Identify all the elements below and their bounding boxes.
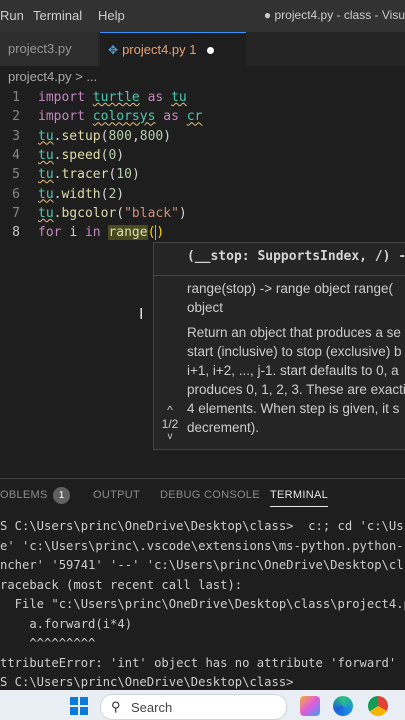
unsaved-dot-icon[interactable] [206, 47, 214, 55]
code-line[interactable]: import turtle as tu [38, 90, 187, 105]
code-token: import [38, 109, 93, 125]
code-token: ( [147, 225, 156, 241]
terminal-line: File "c:\Users\princ\OneDrive\Desktop\cl… [0, 597, 405, 611]
taskbar: ⚲ Search [0, 690, 405, 720]
menu-terminal[interactable]: Terminal [33, 8, 82, 23]
code-token: ( [116, 205, 125, 221]
code-token: tu [38, 128, 54, 144]
terminal-line: ncher' '59741' '--' 'c:\Users\princ\OneD… [0, 558, 404, 572]
search-label: Search [131, 700, 173, 715]
popup-doc: range(stop) -> range object range( object… [187, 279, 405, 443]
menu-bar: Run Terminal Help ● project4.py - class … [0, 0, 405, 32]
editor-tab-bar: project3.py ✥ project4.py 1 [0, 32, 405, 67]
tab-label: project4.py 1 [122, 42, 197, 57]
code-line[interactable]: for i in range() [38, 225, 165, 241]
tab-project4[interactable]: ✥ project4.py 1 [100, 32, 246, 67]
doc-text: Return an object that produces a se star… [187, 325, 405, 435]
line-number: 6 [12, 186, 20, 202]
code-token: , [131, 128, 140, 144]
problems-count-badge: 1 [53, 487, 70, 504]
code-token: cr [186, 109, 203, 125]
signature-summary: range(stop) -> range object range( [187, 281, 393, 296]
terminal-line: e' 'c:\Users\princ\.vscode\extensions\ms… [0, 538, 404, 553]
line-number: 5 [12, 167, 20, 183]
text-cursor-icon: I [139, 306, 144, 323]
code-token: width [61, 186, 101, 202]
code-token: 10 [116, 167, 132, 183]
signature-summary-cont: object [187, 300, 224, 315]
code-token: range [108, 225, 148, 241]
overload-nav: ^ 1/2 v [156, 403, 184, 442]
code-token: bgcolor [61, 205, 117, 221]
tab-label: project3.py [8, 41, 72, 56]
code-line[interactable]: tu.speed(0) [38, 148, 124, 163]
menu-help[interactable]: Help [98, 8, 125, 23]
code-token: 800 [108, 128, 132, 144]
code-token: setup [61, 128, 101, 144]
windows-logo-icon[interactable] [70, 697, 88, 715]
line-number: 3 [12, 128, 20, 144]
tab-output[interactable]: OUTPUT [93, 489, 140, 501]
tab-debug-console[interactable]: DEBUG CONSOLE [160, 489, 260, 501]
code-token: tu [38, 167, 54, 183]
code-token: tracer [61, 167, 109, 183]
code-token: ) [116, 147, 125, 163]
window-title: ● project4.py - class - Visu [263, 8, 405, 22]
signature-help-popup: (__stop: SupportsIndex, /) - range(stop)… [153, 242, 405, 450]
code-token: tu [38, 186, 54, 202]
code-token: ) [178, 205, 187, 221]
next-overload-icon[interactable]: v [156, 431, 184, 442]
code-token: colorsys [92, 109, 156, 125]
code-line[interactable]: tu.bgcolor("black") [38, 206, 187, 221]
code-token: i [69, 225, 85, 241]
code-token: as [139, 90, 172, 105]
breadcrumb[interactable]: project4.py > ... [8, 69, 97, 84]
code-line[interactable]: tu.setup(800,800) [38, 129, 171, 144]
terminal-line: ^^^^^^^^^ [0, 636, 96, 650]
code-token: 800 [139, 128, 164, 144]
code-token: "black" [124, 205, 179, 221]
code-token: ) [116, 186, 125, 202]
line-number: 7 [12, 205, 20, 221]
code-token: ) [131, 167, 140, 183]
python-icon: ✥ [108, 43, 119, 57]
tab-problems[interactable]: OBLEMS [0, 489, 48, 501]
code-line[interactable]: tu.width(2) [38, 187, 124, 202]
code-token: ) [163, 128, 172, 144]
signature-text: (__stop: SupportsIndex, /) - [187, 249, 405, 264]
edge-icon[interactable] [333, 696, 353, 716]
code-token: ) [156, 225, 165, 241]
overload-count: 1/2 [161, 417, 179, 431]
previous-overload-icon[interactable]: ^ [156, 403, 184, 417]
popup-divider [154, 275, 405, 276]
menu-run[interactable]: Run [0, 8, 24, 23]
terminal-line: a.forward(i*4) [0, 616, 133, 631]
code-token: speed [61, 147, 101, 163]
code-token: tu [38, 205, 54, 221]
code-line[interactable]: import colorsys as cr [38, 109, 202, 124]
code-token: tu [171, 90, 187, 105]
code-token: turtle [92, 90, 140, 105]
code-token: in [84, 225, 109, 241]
code-token: import [38, 90, 93, 105]
code-token: tu [38, 147, 54, 163]
terminal-line: raceback (most recent call last): [0, 577, 243, 592]
line-number: 8 [12, 225, 20, 241]
taskbar-search[interactable]: ⚲ Search [100, 694, 287, 720]
code-token: for [38, 225, 70, 241]
code-line[interactable]: tu.tracer(10) [38, 167, 140, 182]
line-number: 2 [12, 109, 20, 125]
chrome-icon[interactable] [368, 696, 388, 716]
terminal-output[interactable]: S C:\Users\princ\OneDrive\Desktop\class>… [0, 517, 405, 693]
tab-terminal[interactable]: TERMINAL [270, 489, 329, 507]
search-icon: ⚲ [111, 699, 121, 714]
line-number: 1 [12, 90, 20, 105]
tab-project3[interactable]: project3.py [0, 32, 98, 66]
copilot-icon[interactable] [300, 696, 320, 716]
line-number: 4 [12, 147, 20, 163]
bottom-panel: OBLEMS 1 OUTPUT DEBUG CONSOLE TERMINAL S… [0, 478, 405, 691]
terminal-line: ttributeError: 'int' object has no attri… [0, 655, 397, 670]
code-token: as [155, 109, 187, 125]
terminal-line: S C:\Users\princ\OneDrive\Desktop\class>… [0, 519, 404, 533]
